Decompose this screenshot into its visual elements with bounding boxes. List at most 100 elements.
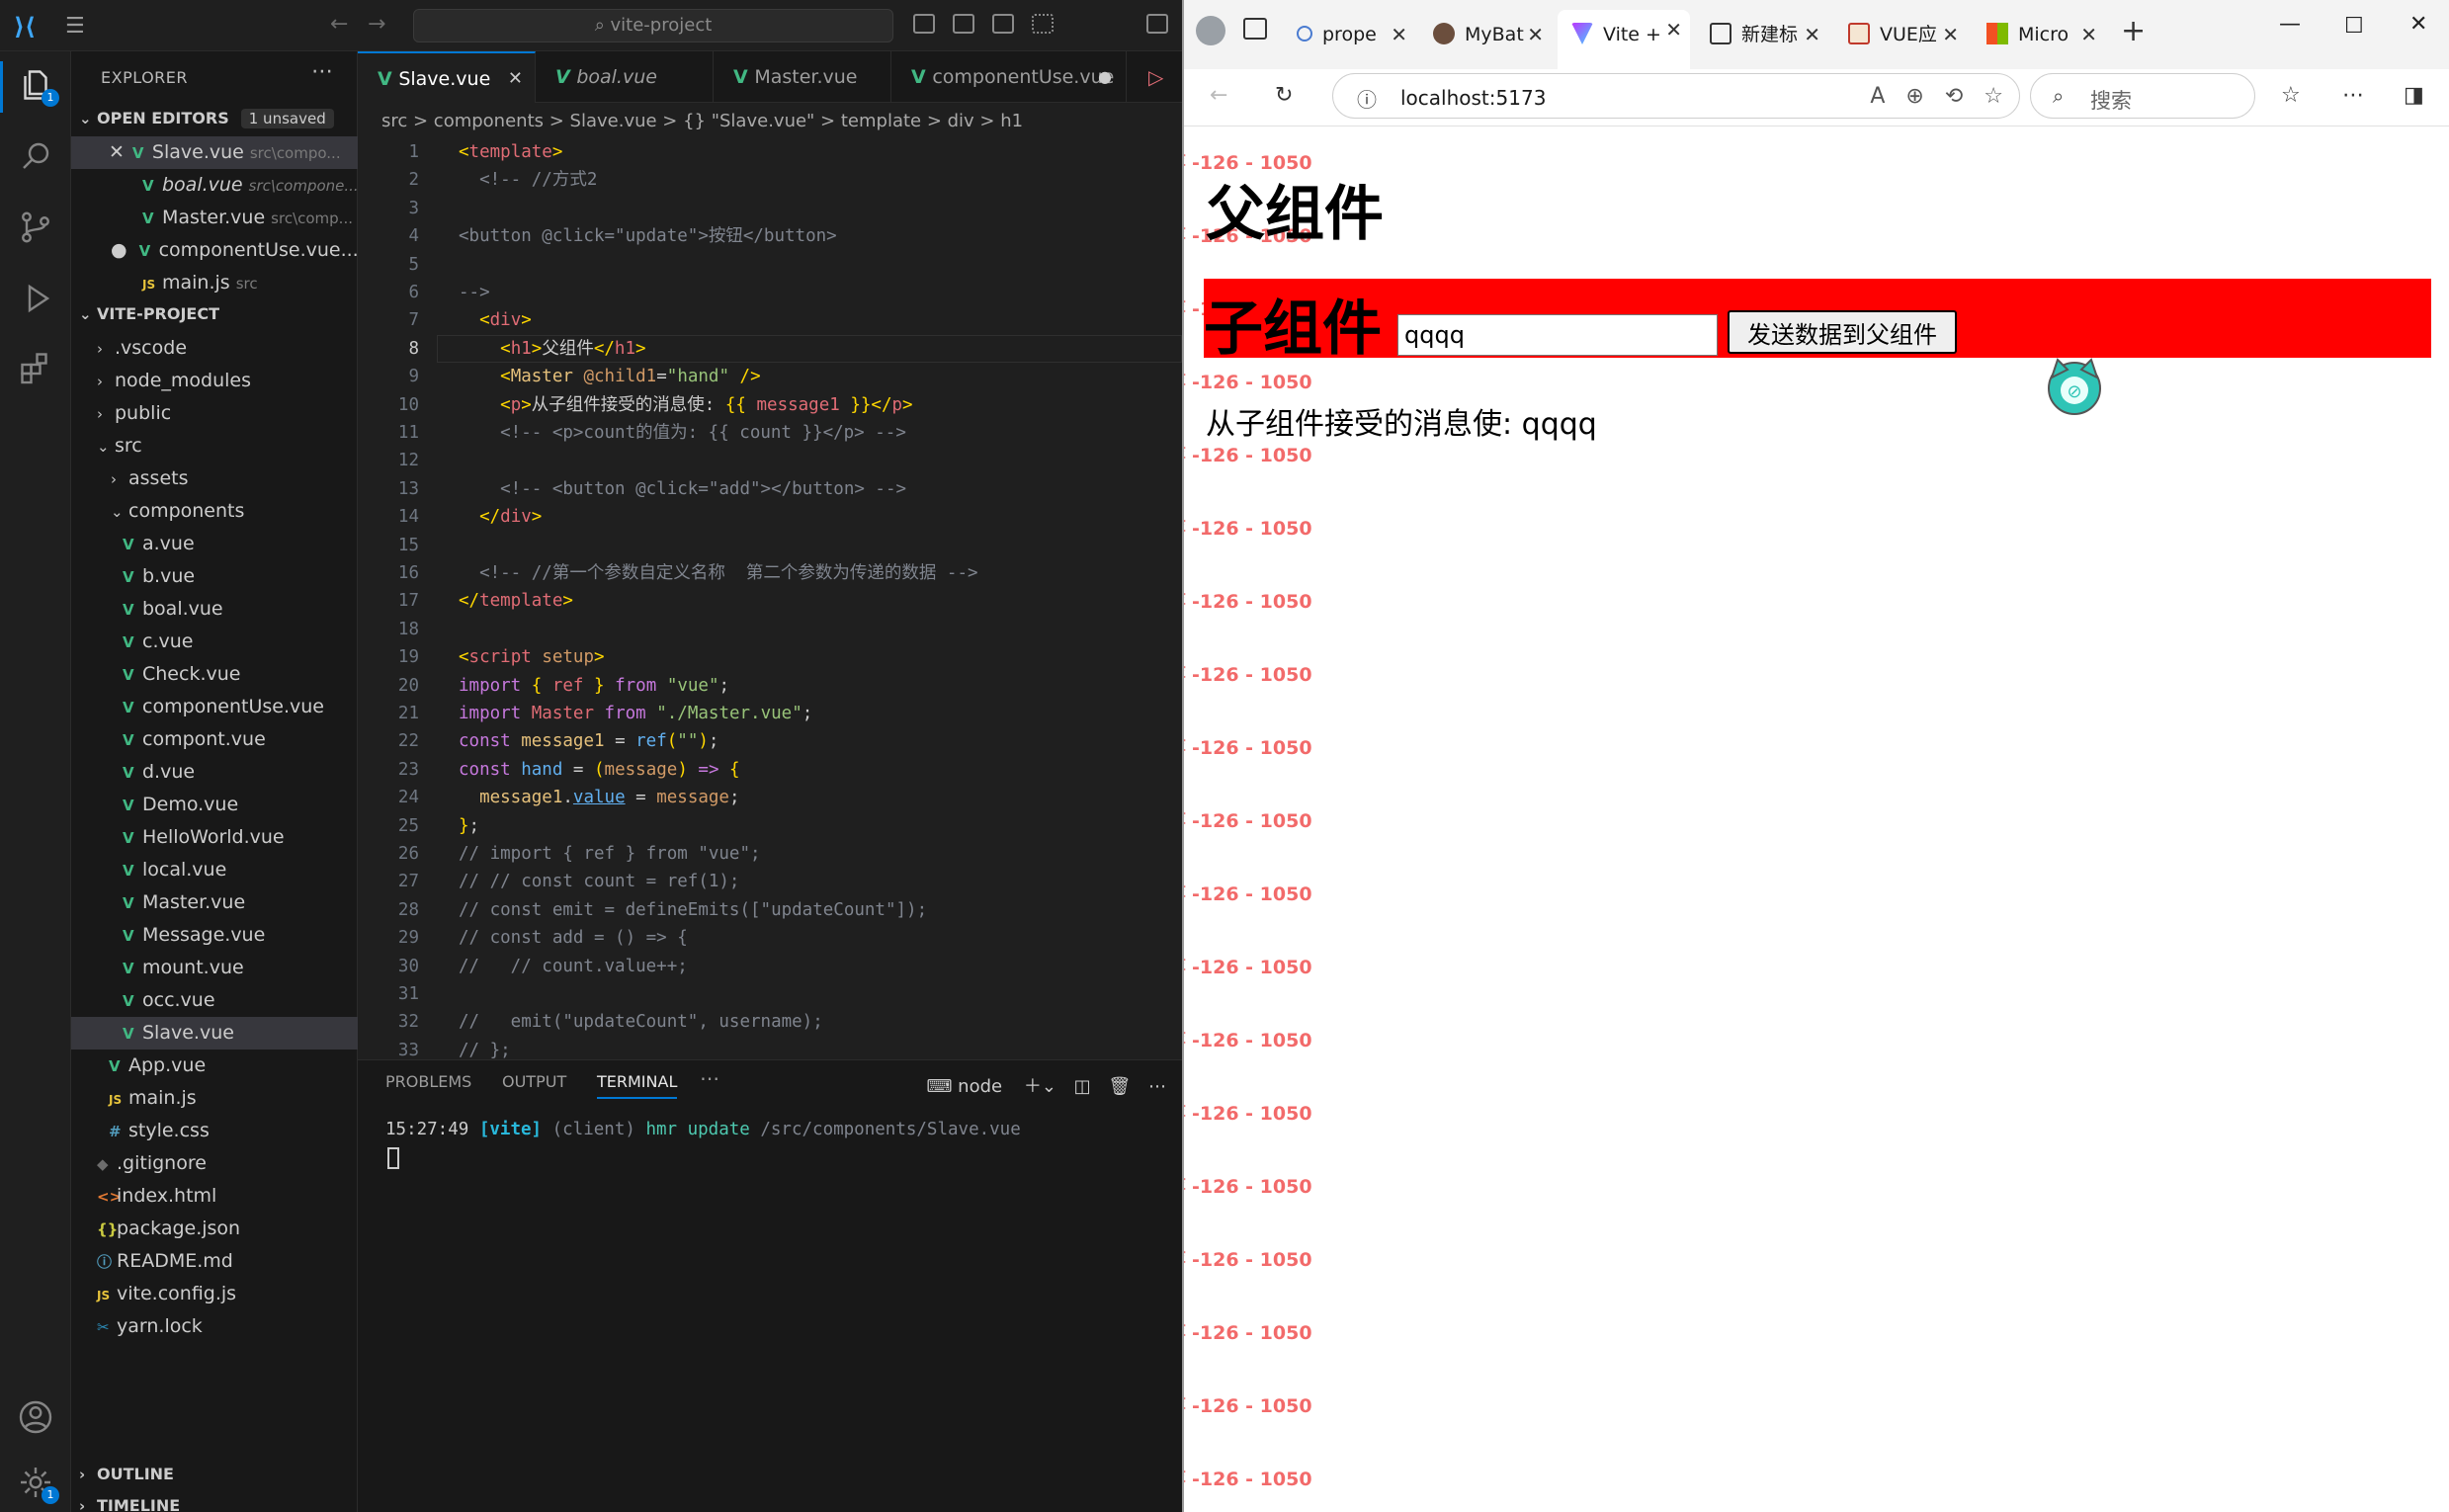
tree-file[interactable]: Vlocal.vue [71, 854, 358, 886]
minimize-window-icon[interactable] [1146, 14, 1168, 34]
tree-folder[interactable]: › public [71, 397, 358, 430]
tree-file[interactable]: V Check.vue [71, 658, 358, 691]
project-header[interactable]: ⌄ VITE-PROJECT [79, 304, 219, 323]
explorer-icon[interactable]: 1 [18, 67, 59, 107]
close-window-icon[interactable]: ✕ [2409, 12, 2427, 37]
tree-file[interactable]: V Master.vue [71, 886, 358, 919]
open-editors-header[interactable]: ⌄ OPEN EDITORS 1 unsaved [79, 109, 334, 128]
close-tab-icon[interactable]: ✕ [1804, 12, 1820, 57]
tree-file-selected[interactable]: V Slave.vue [71, 1017, 358, 1050]
open-editor-item[interactable]: JS main.js src [71, 267, 358, 299]
new-tab-plus-icon[interactable]: + [2121, 14, 2146, 48]
customize-layout-icon[interactable] [1032, 14, 1054, 34]
browser-tab[interactable]: VUE应 ✕ [1834, 12, 1967, 57]
tab-componentuse-vue[interactable]: V componentUse.vue ● [891, 51, 1127, 103]
close-icon[interactable]: ✕ [109, 141, 125, 163]
source-control-icon[interactable] [18, 210, 53, 245]
search-icon[interactable] [18, 138, 53, 174]
new-terminal-icon[interactable]: ＋ [1024, 1076, 1042, 1097]
favorite-star-icon[interactable]: ☆ [1984, 84, 2003, 109]
tab-slave-vue[interactable]: V Slave.vue ✕ [358, 51, 536, 103]
back-arrow-icon[interactable]: ← [330, 12, 348, 37]
site-info-icon[interactable]: ⓘ [1357, 84, 1377, 113]
tree-folder[interactable]: › assets [71, 462, 358, 495]
open-editor-item[interactable]: Vboal.vue src\compone... [71, 169, 358, 202]
command-center-search[interactable]: ⌕ vite-project [413, 9, 893, 42]
close-tab-icon[interactable]: ✕ [2080, 12, 2097, 57]
timeline-header[interactable]: › TIMELINE [79, 1496, 180, 1512]
forward-arrow-icon[interactable]: → [368, 12, 385, 37]
sidebar-toggle-icon[interactable]: ◨ [2404, 83, 2424, 108]
tree-file[interactable]: Vd.vue [71, 756, 358, 789]
browser-tab-active[interactable]: Vite + ✕ [1558, 10, 1690, 69]
tree-folder[interactable]: › .vscode [71, 332, 358, 365]
terminal-output[interactable]: 15:27:49 [vite] (client) hmr update /src… [385, 1120, 1021, 1139]
send-to-parent-button[interactable]: 发送数据到父组件 [1728, 310, 1957, 354]
browser-tab[interactable]: 新建标 ✕ [1696, 12, 1828, 57]
split-terminal-icon[interactable]: ◫ [1074, 1076, 1091, 1097]
translate-icon[interactable]: ⟲ [1945, 84, 1963, 109]
close-tab-icon[interactable]: ✕ [508, 53, 523, 103]
tab-problems[interactable]: PROBLEMS [385, 1072, 471, 1091]
run-debug-icon[interactable] [18, 281, 53, 316]
maximize-icon[interactable]: ☐ [2344, 14, 2364, 39]
tree-file[interactable]: ⓘ README.md [71, 1245, 358, 1278]
tree-folder[interactable]: ⌄ components [71, 495, 358, 528]
more-icon[interactable]: ⋯ [2342, 83, 2364, 108]
tree-file[interactable]: Vc.vue [71, 626, 358, 658]
favorites-icon[interactable]: ☆ [2281, 83, 2301, 108]
chevron-down-icon[interactable]: ⌄ [1042, 1076, 1056, 1097]
tree-file[interactable]: JS main.js [71, 1082, 358, 1115]
tree-file[interactable]: Va.vue [71, 528, 358, 560]
browser-tab[interactable]: Micro ✕ [1973, 12, 2105, 57]
outline-header[interactable]: › OUTLINE [79, 1465, 174, 1483]
tree-file[interactable]: Vboal.vue [71, 593, 358, 626]
zoom-icon[interactable]: ⊕ [1905, 84, 1923, 109]
tree-file[interactable]: <>index.html [71, 1180, 358, 1213]
open-editor-item[interactable]: ● VcomponentUse.vue... [71, 234, 358, 267]
browser-search-box[interactable]: ⌕ 搜索 [2030, 73, 2255, 119]
code-area[interactable]: 1 2 3 4 5 6 7 8 9 10 11 12 13 14 15 16 17 18 19 20 21 22 23 24 2… [358, 138, 1182, 1059]
browser-tab[interactable]: prope ✕ [1283, 12, 1415, 57]
tree-file[interactable]: ✂ yarn.lock [71, 1310, 358, 1343]
shell-name[interactable]: node [958, 1076, 1002, 1097]
tree-file[interactable]: VcomponentUse.vue [71, 691, 358, 723]
tree-file[interactable]: Vocc.vue [71, 984, 358, 1017]
tree-folder[interactable]: › node_modules [71, 365, 358, 397]
accounts-icon[interactable] [18, 1399, 53, 1435]
settings-gear-icon[interactable]: 1 [18, 1465, 59, 1504]
open-editor-item[interactable]: V Master.vue src\comp... [71, 202, 358, 234]
tree-file[interactable]: V Message.vue [71, 919, 358, 952]
close-tab-icon[interactable]: ✕ [1527, 12, 1544, 57]
breadcrumb[interactable]: src > components > Slave.vue > {} "Slave… [381, 106, 1023, 137]
refresh-icon[interactable]: ↻ [1275, 83, 1293, 108]
close-tab-icon[interactable]: ✕ [1391, 12, 1407, 57]
tab-terminal[interactable]: TERMINAL [597, 1072, 678, 1099]
open-editor-item[interactable]: ✕ V Slave.vue src\compo... [71, 136, 358, 169]
tab-boal-vue[interactable]: V boal.vue [536, 51, 714, 103]
explorer-more-icon[interactable]: ⋯ [311, 59, 333, 84]
tree-file[interactable]: Vmount.vue [71, 952, 358, 984]
tree-file[interactable]: ◆ .gitignore [71, 1147, 358, 1180]
more-icon[interactable]: ⋯ [1148, 1076, 1166, 1097]
child-message-input[interactable] [1397, 314, 1718, 356]
toggle-panel-icon[interactable] [953, 14, 974, 34]
tree-file[interactable]: Vb.vue [71, 560, 358, 593]
profile-avatar-icon[interactable] [1196, 16, 1225, 45]
tree-file[interactable]: {}package.json [71, 1213, 358, 1245]
back-icon[interactable]: ← [1210, 83, 1227, 108]
read-aloud-icon[interactable]: A [1870, 84, 1885, 109]
tab-actions-icon[interactable] [1243, 18, 1267, 40]
tree-file[interactable]: V Demo.vue [71, 789, 358, 821]
tree-file[interactable]: JS vite.config.js [71, 1278, 358, 1310]
trash-icon[interactable]: 🗑 [1108, 1076, 1131, 1097]
tree-file[interactable]: Vcompont.vue [71, 723, 358, 756]
run-icon[interactable]: ▷ [1148, 65, 1163, 89]
tree-file[interactable]: V HelloWorld.vue [71, 821, 358, 854]
tab-output[interactable]: OUTPUT [502, 1072, 566, 1091]
url-bar[interactable]: ⓘ localhost:5173 A ⊕ ⟲ ☆ [1332, 73, 2020, 119]
tree-file[interactable]: # style.css [71, 1115, 358, 1147]
extensions-icon[interactable] [18, 350, 53, 385]
panel-more-icon[interactable]: ⋯ [700, 1066, 719, 1090]
floating-assistant-icon[interactable]: ⊘ [2044, 356, 2105, 417]
